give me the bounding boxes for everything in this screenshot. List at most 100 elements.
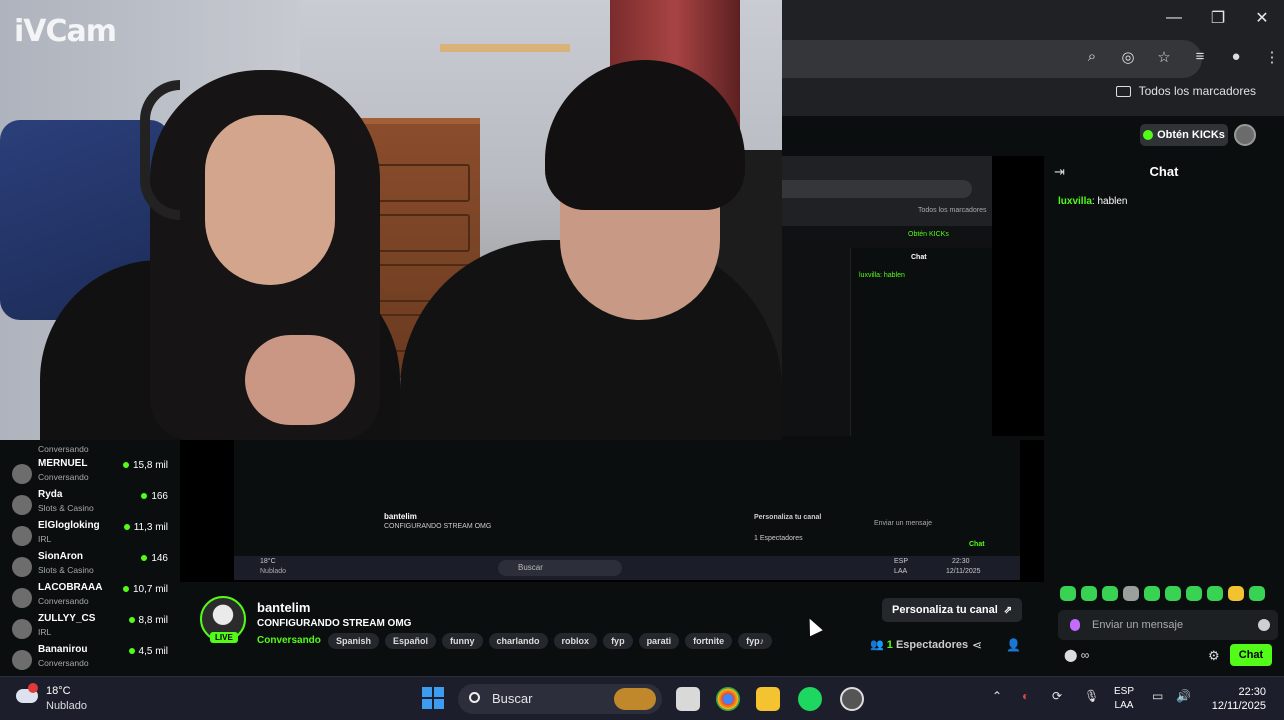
tag[interactable]: fyp♪ bbox=[738, 633, 773, 649]
spotify-icon[interactable] bbox=[798, 687, 822, 711]
tag[interactable]: funny bbox=[442, 633, 483, 649]
emote[interactable] bbox=[1249, 586, 1265, 601]
tag[interactable]: Spanish bbox=[328, 633, 380, 649]
emote[interactable] bbox=[1165, 586, 1181, 601]
security-icon[interactable]: ◐ bbox=[1022, 689, 1029, 703]
tag[interactable]: fortnite bbox=[685, 633, 733, 649]
emote[interactable] bbox=[1123, 586, 1139, 601]
windows-start-icon[interactable] bbox=[422, 687, 444, 709]
search-highlight-image bbox=[614, 688, 656, 710]
tag[interactable]: roblox bbox=[553, 633, 598, 649]
nested-chat-line: luxvilla: hablen bbox=[859, 272, 905, 279]
volume-icon[interactable]: 🔊 bbox=[1176, 689, 1191, 703]
emote[interactable] bbox=[1207, 586, 1223, 601]
channel-category: IRL bbox=[38, 534, 52, 544]
profile-icon[interactable]: ● bbox=[1226, 48, 1246, 66]
chat-input[interactable]: Enviar un mensaje bbox=[1058, 610, 1278, 640]
chevron-up-icon[interactable]: ⌃ bbox=[992, 689, 1002, 703]
chat-points[interactable]: ⬤ ∞ bbox=[1064, 648, 1089, 662]
sidebar-item-lacobraaa[interactable]: LACOBRAAA Conversando 10,7 mil bbox=[12, 582, 172, 613]
lang-top: ESP bbox=[1114, 686, 1135, 697]
weather-temp: 18°C bbox=[46, 685, 71, 697]
network-icon[interactable]: ▭ bbox=[1152, 689, 1163, 703]
eye-off-icon[interactable]: ◎ bbox=[1118, 48, 1138, 66]
share-icon[interactable]: ⋖ bbox=[972, 638, 982, 652]
emote[interactable] bbox=[1060, 586, 1076, 601]
search-icon bbox=[469, 692, 480, 703]
gear-icon[interactable]: ⚙ bbox=[1208, 648, 1220, 664]
minimize-icon[interactable]: — bbox=[1152, 0, 1196, 36]
avatar bbox=[12, 526, 32, 546]
sidebar-item-ryda[interactable]: Ryda Slots & Casino 166 bbox=[12, 489, 172, 520]
emoji-icon[interactable] bbox=[1258, 619, 1270, 631]
person-left-hand bbox=[245, 335, 355, 425]
customize-channel-button[interactable]: Personaliza tu canal ⇗ bbox=[882, 598, 1023, 622]
stream-category[interactable]: Conversando bbox=[257, 635, 321, 646]
language-indicator[interactable]: ESP LAA bbox=[1114, 685, 1134, 713]
streamer-name[interactable]: bantelim bbox=[257, 600, 310, 615]
zoom-icon[interactable]: ⌕ bbox=[1082, 48, 1102, 66]
nested-title: CONFIGURANDO STREAM OMG bbox=[384, 523, 492, 530]
lang-bottom: LAA bbox=[1114, 700, 1134, 711]
system-clock[interactable]: 22:30 12/11/2025 bbox=[1200, 685, 1266, 713]
avatar bbox=[12, 557, 32, 577]
all-bookmarks-link[interactable]: Todos los marcadores bbox=[1139, 84, 1256, 98]
bookmarks-bar[interactable]: Todos los marcadores bbox=[1115, 84, 1256, 98]
media-icon[interactable]: ≡ bbox=[1190, 48, 1210, 66]
user-avatar[interactable] bbox=[1234, 124, 1256, 146]
avatar bbox=[12, 619, 32, 639]
chat-username[interactable]: luxvilla bbox=[1058, 196, 1092, 207]
star-icon[interactable]: ☆ bbox=[1154, 48, 1174, 66]
viewer-count: 4,5 mil bbox=[129, 646, 168, 657]
sidebar-item-bananirou[interactable]: Bananirou Conversando 4,5 mil bbox=[12, 644, 172, 675]
external-link-icon: ⇗ bbox=[1003, 604, 1013, 616]
follow-icon[interactable]: 👤 bbox=[1006, 638, 1021, 652]
viewer-count: 8,8 mil bbox=[129, 615, 168, 626]
nested-date: 12/11/2025 bbox=[946, 568, 981, 575]
window-controls: — ❐ ✕ bbox=[1152, 0, 1284, 36]
sidebar-item-mernuel[interactable]: MERNUEL Conversando 15,8 mil bbox=[12, 458, 172, 489]
emote[interactable] bbox=[1228, 586, 1244, 601]
webcam-feed: iVCam bbox=[0, 0, 782, 440]
kicks-icon bbox=[1143, 130, 1154, 140]
browser-toolbar: — ❐ ✕ ⌕ ◎ ☆ ≡ ● ⋮ Todos los marcadores bbox=[782, 0, 1284, 116]
tag[interactable]: charlando bbox=[488, 633, 548, 649]
notification-badge bbox=[28, 683, 38, 693]
tag[interactable]: Español bbox=[385, 633, 437, 649]
channel-name: Ryda bbox=[38, 489, 63, 500]
nested-address-bar bbox=[782, 180, 972, 198]
sidebar-item-elglogloking[interactable]: ElGlogloking IRL 11,3 mil bbox=[12, 520, 172, 551]
menu-icon[interactable]: ⋮ bbox=[1262, 48, 1282, 66]
close-icon[interactable]: ✕ bbox=[1240, 0, 1284, 36]
viewer-count: 166 bbox=[141, 491, 168, 502]
channel-name: LACOBRAAA bbox=[38, 582, 103, 593]
viewers-count: 1 bbox=[886, 639, 893, 651]
stream-info: LIVE bantelim CONFIGURANDO STREAM OMG Co… bbox=[180, 582, 1044, 676]
sync-icon[interactable]: ⟳ bbox=[1052, 689, 1062, 703]
emote[interactable] bbox=[1144, 586, 1160, 601]
nested-send: Chat bbox=[969, 541, 985, 548]
sidebar-item-sionaron[interactable]: SionAron Slots & Casino 146 bbox=[12, 551, 172, 582]
send-chat-button[interactable]: Chat bbox=[1230, 644, 1272, 666]
tag[interactable]: fyp bbox=[603, 633, 633, 649]
headset bbox=[140, 80, 180, 220]
viewer-count: 10,7 mil bbox=[123, 584, 168, 595]
obs-icon[interactable] bbox=[840, 687, 864, 711]
weather-condition: Nublado bbox=[46, 700, 87, 712]
viewer-counter: 👥 1 Espectadores bbox=[870, 638, 968, 651]
sidebar-item-zullyy-cs[interactable]: ZULLYY_CS IRL 8,8 mil bbox=[12, 613, 172, 644]
taskbar-search[interactable]: Buscar bbox=[458, 684, 662, 714]
chrome-icon[interactable] bbox=[716, 687, 740, 711]
file-explorer-icon[interactable] bbox=[756, 687, 780, 711]
emote[interactable] bbox=[1102, 586, 1118, 601]
maximize-icon[interactable]: ❐ bbox=[1196, 0, 1240, 36]
emote[interactable] bbox=[1186, 586, 1202, 601]
nested-lang1: ESP bbox=[894, 558, 909, 565]
channel-category: Conversando bbox=[38, 472, 89, 482]
emote[interactable] bbox=[1081, 586, 1097, 601]
get-kicks-button[interactable]: Obtén KICKs bbox=[1140, 124, 1228, 146]
task-view-icon[interactable] bbox=[676, 687, 700, 711]
microphone-icon[interactable]: 🎙 bbox=[1084, 689, 1099, 703]
nested-input: Enviar un mensaje bbox=[874, 520, 932, 527]
tag[interactable]: parati bbox=[638, 633, 680, 649]
